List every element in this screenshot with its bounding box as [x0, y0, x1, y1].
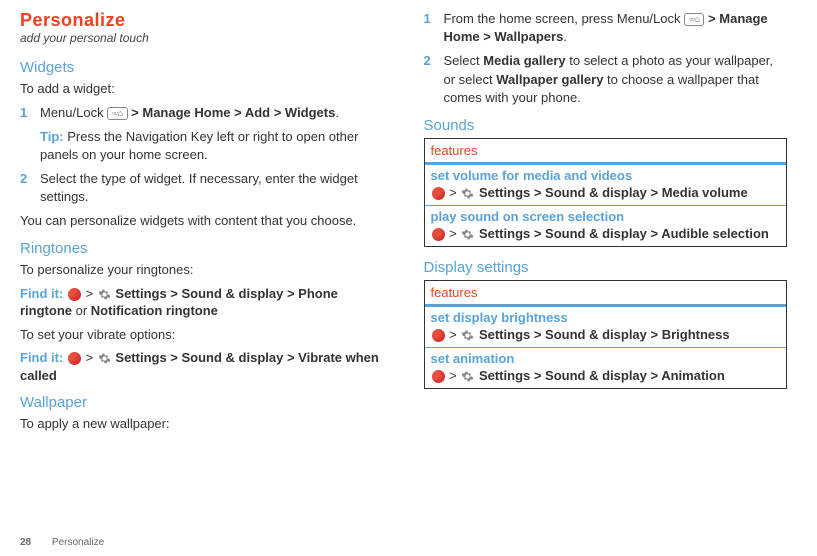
- path-text: Settings > Sound & display > Media volum…: [479, 185, 748, 200]
- find-it-label: Find it:: [20, 350, 63, 365]
- sounds-heading: Sounds: [424, 117, 788, 134]
- menu-lock-key-icon: ▫▫⌂: [107, 107, 127, 120]
- tip-block: Tip: Press the Navigation Key left or ri…: [40, 128, 384, 164]
- home-icon: [432, 228, 445, 241]
- wallpaper-steps: 1 From the home screen, press Menu/Lock …: [424, 10, 788, 107]
- step-content: Select the type of widget. If necessary,…: [40, 170, 384, 206]
- page-footer: 28 Personalize: [20, 537, 104, 548]
- feature-name: set display brightness: [431, 310, 781, 325]
- or-text: or: [72, 303, 91, 318]
- widgets-heading: Widgets: [20, 59, 384, 76]
- table-header: features: [425, 281, 787, 306]
- wallpaper-step-1: 1 From the home screen, press Menu/Lock …: [424, 10, 788, 46]
- wallpaper-heading: Wallpaper: [20, 394, 384, 411]
- feature-path: > Settings > Sound & display > Audible s…: [431, 226, 781, 241]
- footer-label: Personalize: [52, 537, 104, 548]
- table-row: set animation > Settings > Sound & displ…: [425, 347, 787, 388]
- alt-path: Notification ringtone: [91, 303, 218, 318]
- sounds-table: features set volume for media and videos…: [424, 138, 788, 247]
- text: From the home screen, press Menu/Lock: [444, 11, 685, 26]
- page-title: Personalize: [20, 10, 384, 31]
- feature-path: > Settings > Sound & display > Animation: [431, 368, 781, 383]
- home-icon: [68, 352, 81, 365]
- display-table: features set display brightness > Settin…: [424, 280, 788, 389]
- table-row: play sound on screen selection > Setting…: [425, 205, 787, 246]
- page-subtitle: add your personal touch: [20, 31, 384, 45]
- display-heading: Display settings: [424, 259, 788, 276]
- ringtones-intro-2: To set your vibrate options:: [20, 326, 384, 344]
- step-number: 1: [424, 10, 440, 46]
- gear-icon: [98, 352, 111, 365]
- bold-text: Wallpaper gallery: [496, 72, 603, 87]
- feature-name: play sound on screen selection: [431, 209, 781, 224]
- text: Menu/Lock: [40, 105, 107, 120]
- page-number: 28: [20, 537, 31, 548]
- wallpaper-step-2: 2 Select Media gallery to select a photo…: [424, 52, 788, 107]
- widgets-intro: To add a widget:: [20, 80, 384, 98]
- gear-icon: [461, 370, 474, 383]
- table-row: set display brightness > Settings > Soun…: [425, 306, 787, 347]
- table-row: set volume for media and videos > Settin…: [425, 164, 787, 205]
- widgets-steps: 1 Menu/Lock ▫▫⌂ > Manage Home > Add > Wi…: [20, 104, 384, 207]
- ringtones-intro: To personalize your ringtones:: [20, 261, 384, 279]
- path-text: > Manage Home > Add > Widgets: [131, 105, 335, 120]
- period: .: [335, 105, 339, 120]
- bold-text: Media gallery: [483, 53, 565, 68]
- gear-icon: [98, 288, 111, 301]
- wallpaper-intro: To apply a new wallpaper:: [20, 415, 384, 433]
- widgets-step-2: 2 Select the type of widget. If necessar…: [20, 170, 384, 206]
- tip-text: Press the Navigation Key left or right t…: [40, 129, 358, 162]
- menu-lock-key-icon: ▫▫⌂: [684, 13, 704, 26]
- home-icon: [432, 329, 445, 342]
- find-it-label: Find it:: [20, 286, 63, 301]
- period: .: [563, 29, 567, 44]
- home-icon: [432, 370, 445, 383]
- step-content: Menu/Lock ▫▫⌂ > Manage Home > Add > Widg…: [40, 104, 384, 165]
- widgets-outro: You can personalize widgets with content…: [20, 212, 384, 230]
- tip-label: Tip:: [40, 129, 64, 144]
- step-number: 2: [20, 170, 36, 206]
- path-text: Settings > Sound & display > Brightness: [479, 327, 730, 342]
- ringtones-find-2: Find it: > Settings > Sound & display > …: [20, 349, 384, 384]
- gear-icon: [461, 329, 474, 342]
- ringtones-find-1: Find it: > Settings > Sound & display > …: [20, 285, 384, 320]
- gear-icon: [461, 187, 474, 200]
- path-text: Settings > Sound & display > Audible sel…: [479, 226, 769, 241]
- step-number: 2: [424, 52, 440, 107]
- feature-name: set volume for media and videos: [431, 168, 781, 183]
- text: Select: [444, 53, 484, 68]
- step-number: 1: [20, 104, 36, 165]
- right-column: 1 From the home screen, press Menu/Lock …: [424, 10, 788, 546]
- feature-name: set animation: [431, 351, 781, 366]
- home-icon: [68, 288, 81, 301]
- ringtones-heading: Ringtones: [20, 240, 384, 257]
- home-icon: [432, 187, 445, 200]
- table-header: features: [425, 139, 787, 164]
- left-column: Personalize add your personal touch Widg…: [20, 10, 384, 546]
- widgets-step-1: 1 Menu/Lock ▫▫⌂ > Manage Home > Add > Wi…: [20, 104, 384, 165]
- feature-path: > Settings > Sound & display > Brightnes…: [431, 327, 781, 342]
- step-content: Select Media gallery to select a photo a…: [444, 52, 788, 107]
- feature-path: > Settings > Sound & display > Media vol…: [431, 185, 781, 200]
- step-content: From the home screen, press Menu/Lock ▫▫…: [444, 10, 788, 46]
- gear-icon: [461, 228, 474, 241]
- path-text: Settings > Sound & display > Animation: [479, 368, 725, 383]
